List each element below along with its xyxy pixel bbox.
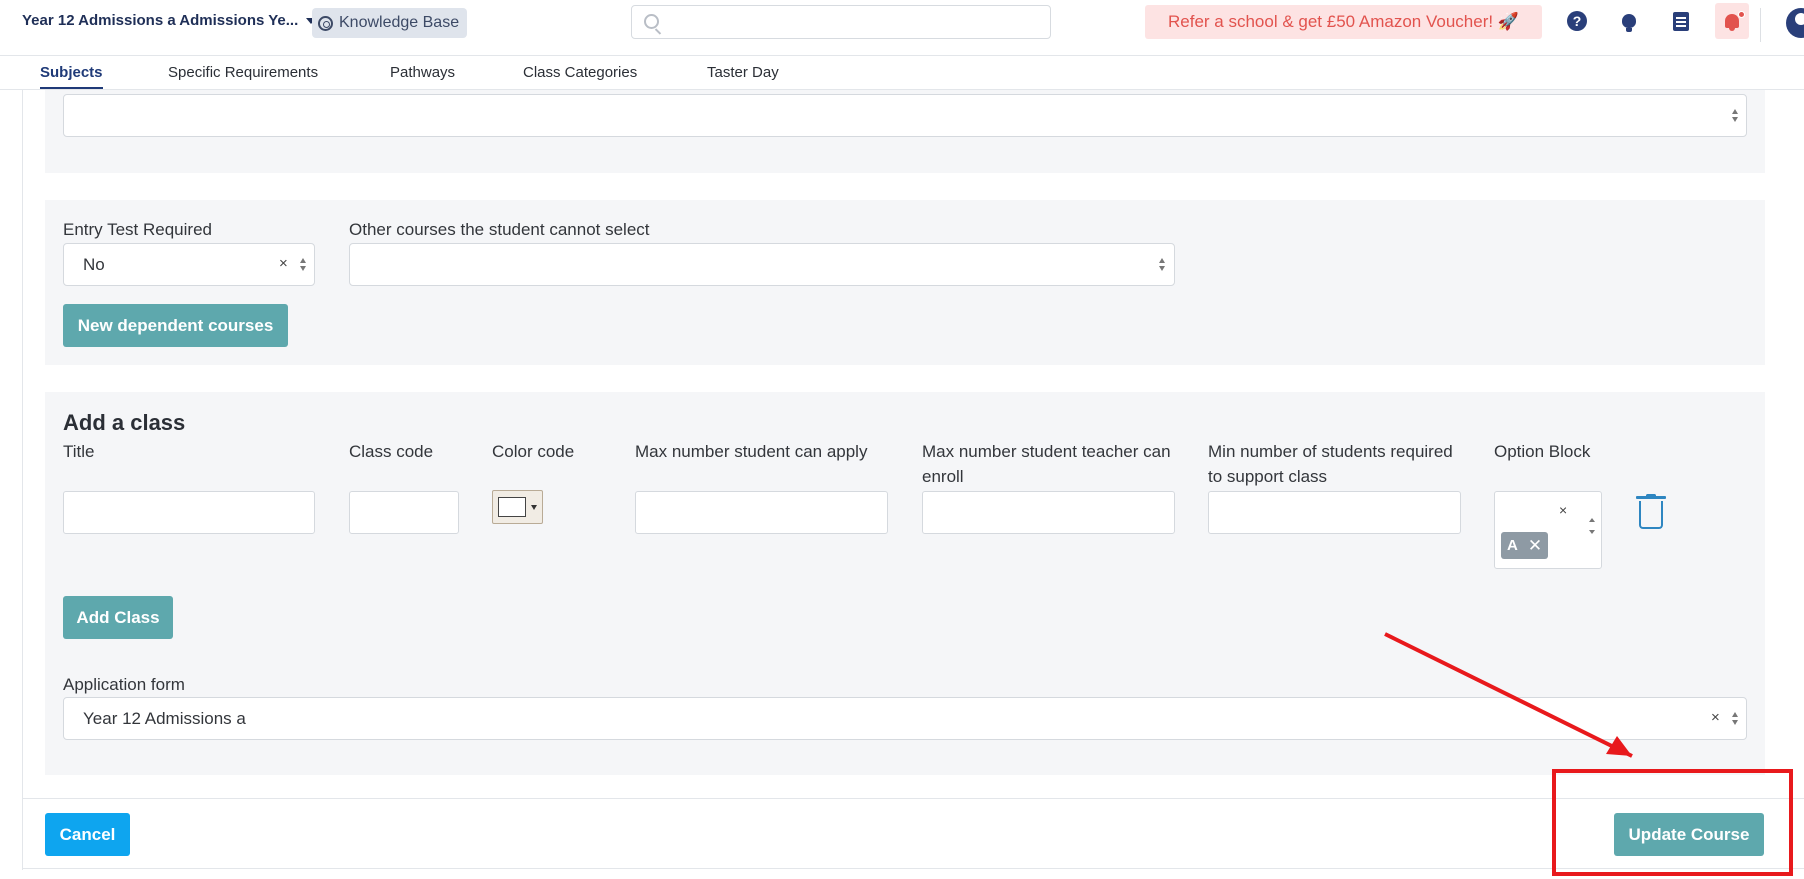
class-code-input[interactable] — [349, 491, 459, 534]
max-teacher-input[interactable] — [922, 491, 1175, 534]
tab-pathways[interactable]: Pathways — [390, 64, 455, 87]
select-arrows-icon — [1732, 711, 1740, 727]
tab-subjects[interactable]: Subjects — [40, 64, 103, 89]
class-code-column-label: Class code — [349, 442, 434, 461]
school-selector[interactable]: Year 12 Admissions a Admissions Ye... — [22, 12, 317, 29]
school-selector-label: Year 12 Admissions a Admissions Ye... — [22, 12, 299, 29]
add-class-title: Add a class — [63, 410, 186, 435]
option-block-column-label: Option Block — [1494, 442, 1591, 461]
referral-promo-banner[interactable]: Refer a school & get £50 Amazon Voucher!… — [1145, 5, 1542, 39]
new-dependent-courses-button[interactable]: New dependent courses — [63, 304, 288, 347]
trash-icon[interactable] — [1636, 494, 1666, 530]
option-block-tag: A ✕ — [1501, 532, 1549, 559]
knowledge-base-button[interactable]: Knowledge Base — [312, 8, 468, 38]
entry-test-select[interactable]: No × — [63, 243, 315, 286]
previous-select[interactable] — [63, 94, 1747, 137]
application-form-label: Application form — [63, 675, 185, 694]
max-teacher-column-label: Max number student teacher can enroll — [922, 442, 1171, 486]
color-code-picker[interactable] — [492, 490, 543, 524]
footer-divider — [22, 798, 1804, 799]
search-box — [631, 5, 1051, 39]
entry-test-value: No — [83, 255, 105, 274]
max-apply-input[interactable] — [635, 491, 888, 534]
clear-icon[interactable]: × — [1711, 709, 1720, 726]
select-arrows-icon — [1589, 518, 1597, 534]
help-icon[interactable]: ? — [1567, 11, 1587, 31]
color-code-column-label: Color code — [492, 442, 575, 461]
tab-class-categories[interactable]: Class Categories — [523, 64, 637, 87]
option-block-tag-label: A — [1507, 537, 1518, 554]
lifebuoy-icon — [318, 15, 333, 31]
add-class-button[interactable]: Add Class — [63, 596, 173, 639]
previous-section-panel — [45, 90, 1765, 173]
chevron-down-icon — [531, 505, 537, 510]
select-arrows-icon — [1159, 257, 1167, 273]
subject-tabs: Subjects Specific Requirements Pathways … — [0, 56, 1804, 90]
dependency-panel: Entry Test Required No × Other courses t… — [45, 200, 1765, 365]
option-block-select[interactable]: × A ✕ — [1494, 491, 1602, 569]
referral-promo-text: Refer a school & get £50 Amazon Voucher!… — [1168, 12, 1519, 31]
min-students-input[interactable] — [1208, 491, 1461, 534]
other-courses-select[interactable] — [349, 243, 1175, 286]
other-courses-label: Other courses the student cannot select — [349, 220, 650, 239]
min-students-column-label: Min number of students required to suppo… — [1208, 442, 1453, 486]
header-divider — [1760, 8, 1761, 42]
lightbulb-icon[interactable] — [1619, 11, 1639, 32]
search-icon — [644, 14, 659, 29]
entry-test-label: Entry Test Required — [63, 220, 212, 239]
footer-bottom-border — [22, 868, 1804, 869]
select-arrows-icon — [1732, 108, 1740, 124]
top-bar: Year 12 Admissions a Admissions Ye... Kn… — [0, 0, 1804, 56]
application-form-value: Year 12 Admissions a — [83, 709, 246, 728]
select-arrows-icon — [300, 257, 308, 273]
tag-remove-icon[interactable]: ✕ — [1528, 536, 1542, 556]
notification-dot — [1738, 11, 1745, 18]
max-apply-column-label: Max number student can apply — [635, 442, 868, 461]
clear-icon[interactable]: × — [279, 255, 288, 272]
color-swatch — [498, 497, 526, 517]
tab-specific-requirements[interactable]: Specific Requirements — [168, 64, 318, 87]
class-title-input[interactable] — [63, 491, 315, 534]
document-icon[interactable] — [1671, 11, 1691, 31]
search-input[interactable] — [632, 6, 1050, 38]
bell-icon — [1725, 14, 1739, 31]
clear-icon[interactable]: × — [1559, 502, 1567, 518]
avatar-icon[interactable] — [1786, 8, 1804, 38]
annotation-highlight-box — [1552, 769, 1793, 876]
notifications-button[interactable] — [1715, 3, 1749, 39]
tab-taster-day[interactable]: Taster Day — [707, 64, 779, 87]
annotation-arrow — [1384, 632, 1633, 758]
cancel-button[interactable]: Cancel — [45, 813, 130, 856]
title-column-label: Title — [63, 442, 95, 461]
knowledge-base-label: Knowledge Base — [339, 14, 460, 31]
help-icon-glyph: ? — [1572, 13, 1582, 29]
